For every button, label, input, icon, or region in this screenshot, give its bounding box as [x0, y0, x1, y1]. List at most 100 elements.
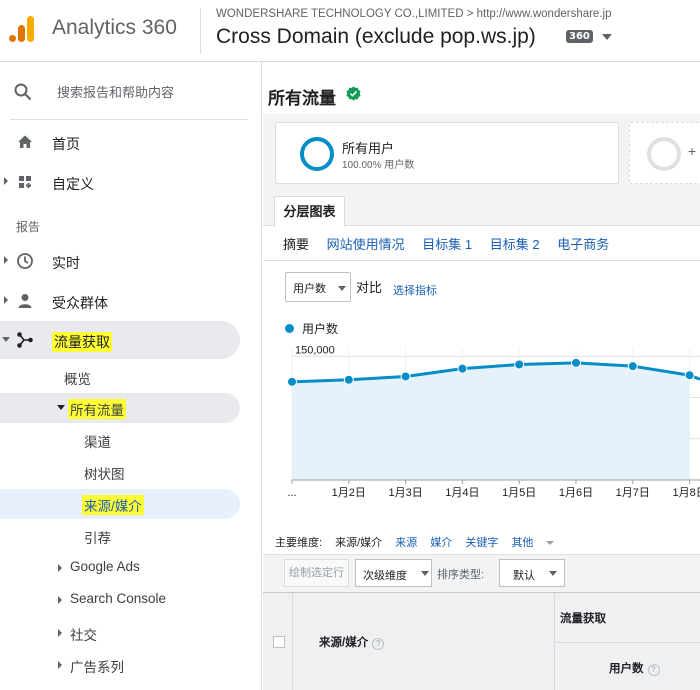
segment-area: 所有用户 100.00% 用户数 + [263, 114, 700, 196]
add-segment-button[interactable]: + [629, 122, 700, 184]
dimension-other-label: 其他 [511, 537, 534, 549]
metric-select[interactable]: 用户数 [285, 272, 351, 302]
x-tick-label: 1月2日 [332, 487, 366, 499]
plot-rows-button[interactable]: 绘制选定行 [284, 559, 349, 587]
analytics-logo-icon[interactable] [8, 14, 36, 44]
acquisition-group-header: 流量获取 [555, 593, 700, 643]
subtab-ecommerce[interactable]: 电子商务 [557, 237, 609, 252]
sidebar-item-search-console[interactable]: Search Console [0, 585, 240, 615]
app-header: Analytics 360 WONDERSHARE TECHNOLOGY CO.… [0, 0, 700, 62]
dimension-source-medium[interactable]: 来源/媒介 [335, 537, 382, 549]
chevron-down-icon [338, 286, 346, 291]
dimension-other[interactable]: 其他 [511, 537, 564, 549]
dimension-source[interactable]: 来源 [395, 537, 417, 549]
chevron-down-icon [546, 541, 555, 545]
x-tick-label: 1月3日 [388, 487, 422, 499]
x-tick-label: 1月6日 [559, 487, 593, 499]
view-dropdown-caret-icon[interactable] [602, 34, 612, 40]
legend-label: 用户数 [302, 322, 339, 336]
subtab-goal-set-2[interactable]: 目标集 2 [490, 237, 540, 252]
dimension-medium[interactable]: 媒介 [430, 537, 452, 549]
dimension-keyword[interactable]: 关键字 [465, 537, 498, 549]
person-icon [18, 294, 32, 308]
chevron-down-icon [421, 571, 429, 576]
report-tab-strip: 分层图表 [263, 196, 700, 227]
account-breadcrumb[interactable]: WONDERSHARE TECHNOLOGY CO.,LIMITED > htt… [216, 8, 611, 20]
segment-ring-icon [300, 137, 334, 171]
sidebar-item-treemaps[interactable]: 树状图 [0, 457, 240, 487]
users-column-header[interactable]: 用户数? [555, 643, 700, 690]
dimension-column-header[interactable]: 来源/媒介? [293, 593, 555, 690]
x-tick-label: 1月7日 [616, 487, 650, 499]
data-point [684, 370, 695, 381]
expand-arrow-icon [4, 177, 8, 185]
expand-arrow-icon [4, 256, 8, 264]
sidebar-item-label: 来源/媒介 [82, 495, 144, 515]
y-tick-label: 150,000 [295, 344, 335, 356]
select-all-checkbox[interactable] [273, 636, 285, 648]
sidebar-item-label: 所有流量 [68, 399, 126, 419]
x-tick-label: 1月8日 [672, 487, 700, 499]
sort-type-value: 默认 [513, 570, 535, 582]
expand-caret-icon [58, 564, 62, 572]
sidebar-item-acquisition[interactable]: 流量获取 [0, 321, 240, 359]
sidebar-item-label: 引荐 [84, 531, 111, 546]
reports-heading: 报告 [16, 220, 41, 234]
view-selector[interactable]: Cross Domain (exclude pop.ws.jp) [216, 25, 536, 49]
primary-dimension-label: 主要维度: [275, 537, 323, 549]
sidebar-item-campaigns[interactable]: 广告系列 [0, 650, 240, 680]
chart-controls: 用户数 对比 选择指标 [263, 260, 700, 306]
collapse-caret-icon [57, 405, 65, 410]
search-input[interactable]: 搜索报告和帮助内容 [57, 82, 174, 101]
subtab-goal-set-1[interactable]: 目标集 1 [422, 237, 472, 252]
sidebar-item-channels[interactable]: 渠道 [0, 425, 240, 455]
expand-caret-icon [58, 661, 62, 669]
sort-type-select[interactable]: 默认 [499, 559, 565, 587]
help-icon[interactable]: ? [372, 638, 385, 650]
explorer-subtabs: 摘要 网站使用情况 目标集 1 目标集 2 电子商务 [283, 234, 623, 253]
sidebar-item-label: Search Console [70, 591, 167, 606]
verified-check-icon [346, 86, 361, 101]
dashboard-icon [19, 176, 31, 188]
secondary-dimension-select[interactable]: 次级维度 [355, 559, 432, 587]
sidebar-item-customization[interactable]: 自定义 [0, 163, 240, 201]
header-divider [200, 8, 201, 54]
sidebar-item-social[interactable]: 社交 [0, 618, 240, 648]
view-badge: 360 [566, 30, 593, 43]
sidebar-item-label: 社交 [70, 628, 97, 643]
select-metric-link[interactable]: 选择指标 [393, 282, 437, 298]
sidebar-item-overview[interactable]: 概览 [0, 362, 240, 392]
chart-legend[interactable]: 用户数 [285, 320, 338, 337]
primary-dimension-row: 主要维度: 来源/媒介 来源 媒介 关键字 其他 [275, 534, 574, 550]
app-name: Analytics 360 [52, 16, 177, 39]
sidebar-item-realtime[interactable]: 实时 [0, 242, 240, 280]
sidebar-item-google-ads[interactable]: Google Ads [0, 553, 240, 583]
sidebar-item-audience[interactable]: 受众群体 [0, 282, 240, 320]
sidebar-item-label: 广告系列 [70, 660, 124, 675]
data-point [571, 357, 581, 368]
tab-explorer[interactable]: 分层图表 [274, 196, 345, 227]
sidebar-item-all-traffic[interactable]: 所有流量 [0, 393, 240, 423]
sidebar-item-home[interactable]: 首页 [0, 123, 240, 161]
expand-caret-icon [58, 596, 62, 604]
segment-percentage: 100.00% 用户数 [342, 160, 415, 171]
table-header: 来源/媒介? 流量获取 用户数? [263, 592, 700, 690]
sidebar-item-label: 受众群体 [52, 295, 108, 311]
sidebar-item-referrals[interactable]: 引荐 [0, 521, 240, 551]
users-chart: 150,000100,00050,000...1月2日1月3日1月4日1月5日1… [287, 344, 700, 499]
sidebar-item-label: 实时 [52, 255, 80, 271]
sidebar-item-source-medium[interactable]: 来源/媒介 [0, 489, 240, 519]
column-header-label: 用户数 [609, 663, 644, 675]
add-segment-plus: + [688, 143, 697, 159]
page-title: 所有流量 [268, 89, 336, 108]
subtab-summary[interactable]: 摘要 [283, 237, 309, 252]
sidebar-item-label: Google Ads [70, 559, 140, 574]
help-icon[interactable]: ? [647, 664, 660, 676]
empty-segment-ring-icon [647, 137, 681, 171]
metric-select-value: 用户数 [293, 283, 326, 295]
data-point [343, 374, 354, 385]
sidebar-item-label: 自定义 [52, 176, 94, 192]
search-icon[interactable] [13, 82, 33, 102]
subtab-site-usage[interactable]: 网站使用情况 [327, 237, 405, 252]
segment-card[interactable]: 所有用户 100.00% 用户数 [275, 122, 619, 184]
